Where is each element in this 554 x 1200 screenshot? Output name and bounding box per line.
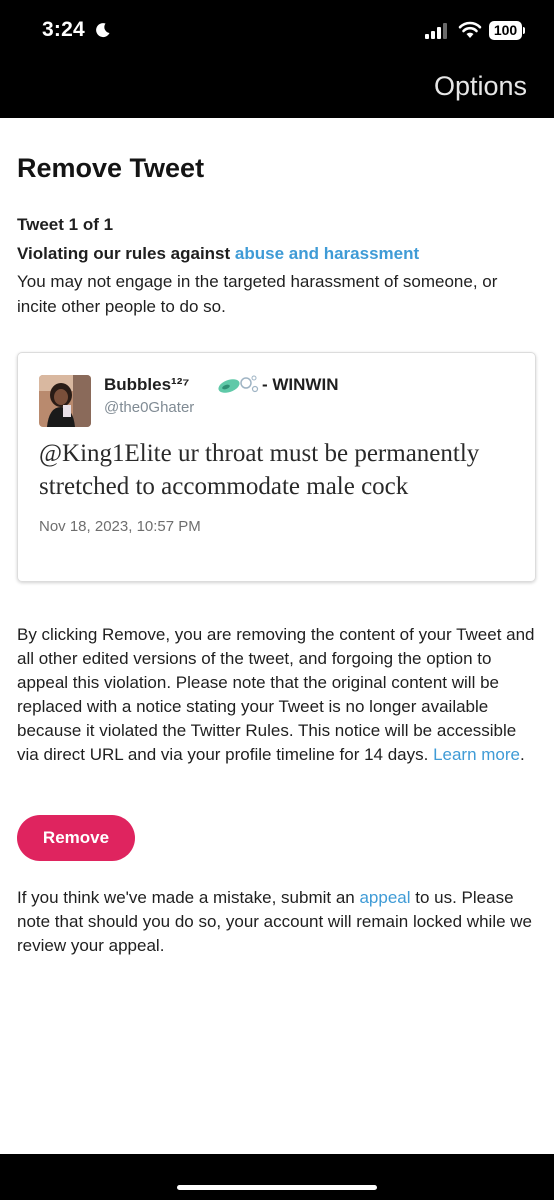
author-name-suffix: - WINWIN bbox=[262, 375, 339, 394]
author-name: Bubbles¹²⁷ bbox=[104, 375, 190, 394]
removal-notice-text: By clicking Remove, you are removing the… bbox=[17, 625, 535, 764]
violation-prefix: Violating our rules against bbox=[17, 244, 235, 263]
tweet-card: Bubbles¹²⁷ - WINWIN @the0Ghater @King1El… bbox=[17, 352, 536, 582]
appeal-link[interactable]: appeal bbox=[359, 888, 410, 907]
home-indicator[interactable] bbox=[177, 1185, 377, 1190]
learn-more-link[interactable]: Learn more bbox=[433, 745, 520, 764]
page-title: Remove Tweet bbox=[17, 153, 205, 183]
tweet-timestamp: Nov 18, 2023, 10:57 PM bbox=[39, 518, 201, 535]
tweet-text: @King1Elite ur throat must be permanentl… bbox=[39, 440, 480, 500]
removal-notice-end: . bbox=[520, 745, 525, 764]
tweet-count: Tweet 1 of 1 bbox=[17, 215, 114, 234]
violation-line: Violating our rules against abuse and ha… bbox=[17, 244, 419, 264]
nav-bar: Options bbox=[0, 62, 554, 118]
moon-icon bbox=[96, 23, 110, 38]
remove-button[interactable]: Remove bbox=[17, 815, 135, 861]
battery-icon: 100 bbox=[489, 21, 522, 40]
avatar-image bbox=[39, 375, 91, 427]
battery-tip bbox=[523, 27, 525, 34]
options-button[interactable]: Options bbox=[434, 71, 527, 102]
status-time: 3:24 bbox=[42, 18, 85, 41]
home-bar-area bbox=[0, 1154, 554, 1200]
appeal-notice: If you think we've made a mistake, submi… bbox=[17, 886, 537, 958]
avatar bbox=[39, 375, 91, 427]
removal-notice: By clicking Remove, you are removing the… bbox=[17, 623, 537, 767]
abuse-harassment-link[interactable]: abuse and harassment bbox=[235, 244, 419, 263]
wifi-icon bbox=[458, 21, 482, 38]
appeal-notice-prefix: If you think we've made a mistake, submi… bbox=[17, 888, 360, 907]
status-bar: 3:24 100 bbox=[0, 0, 554, 62]
author-handle: @the0Ghater bbox=[104, 399, 195, 416]
cellular-signal-icon bbox=[425, 23, 447, 39]
rule-description: You may not engage in the targeted haras… bbox=[17, 272, 498, 316]
